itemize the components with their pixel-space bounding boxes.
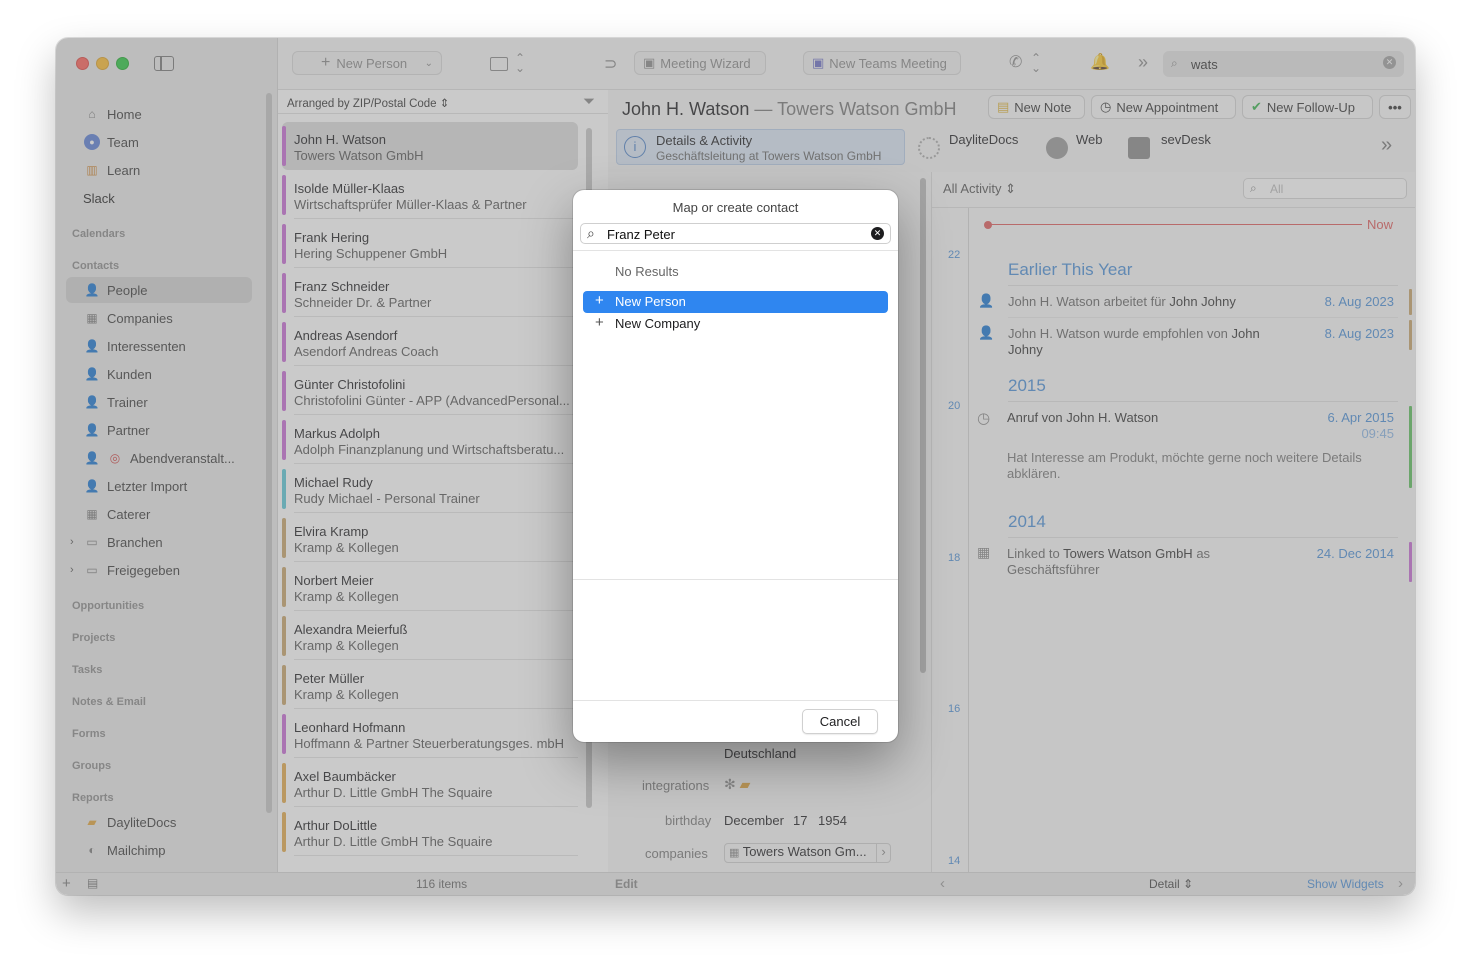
divider (573, 579, 898, 580)
clear-search-icon[interactable]: ✕ (871, 227, 884, 240)
cancel-button[interactable]: Cancel (802, 709, 878, 734)
plus-icon: + (595, 314, 604, 331)
new-company-option[interactable]: + New Company (583, 313, 888, 335)
search-icon: ⌕ (587, 225, 595, 241)
divider (573, 250, 898, 251)
dialog-search-field[interactable]: ⌕ Franz Peter ✕ (580, 223, 891, 244)
no-results-label: No Results (615, 264, 679, 279)
plus-icon: + (595, 292, 604, 309)
dialog-title: Map or create contact (672, 200, 799, 215)
map-contact-dialog: Map or create contact ⌕ Franz Peter ✕ No… (573, 190, 898, 742)
dialog-search-input[interactable]: Franz Peter (607, 227, 675, 242)
new-person-option[interactable]: + New Person (583, 291, 888, 313)
divider (573, 700, 898, 701)
